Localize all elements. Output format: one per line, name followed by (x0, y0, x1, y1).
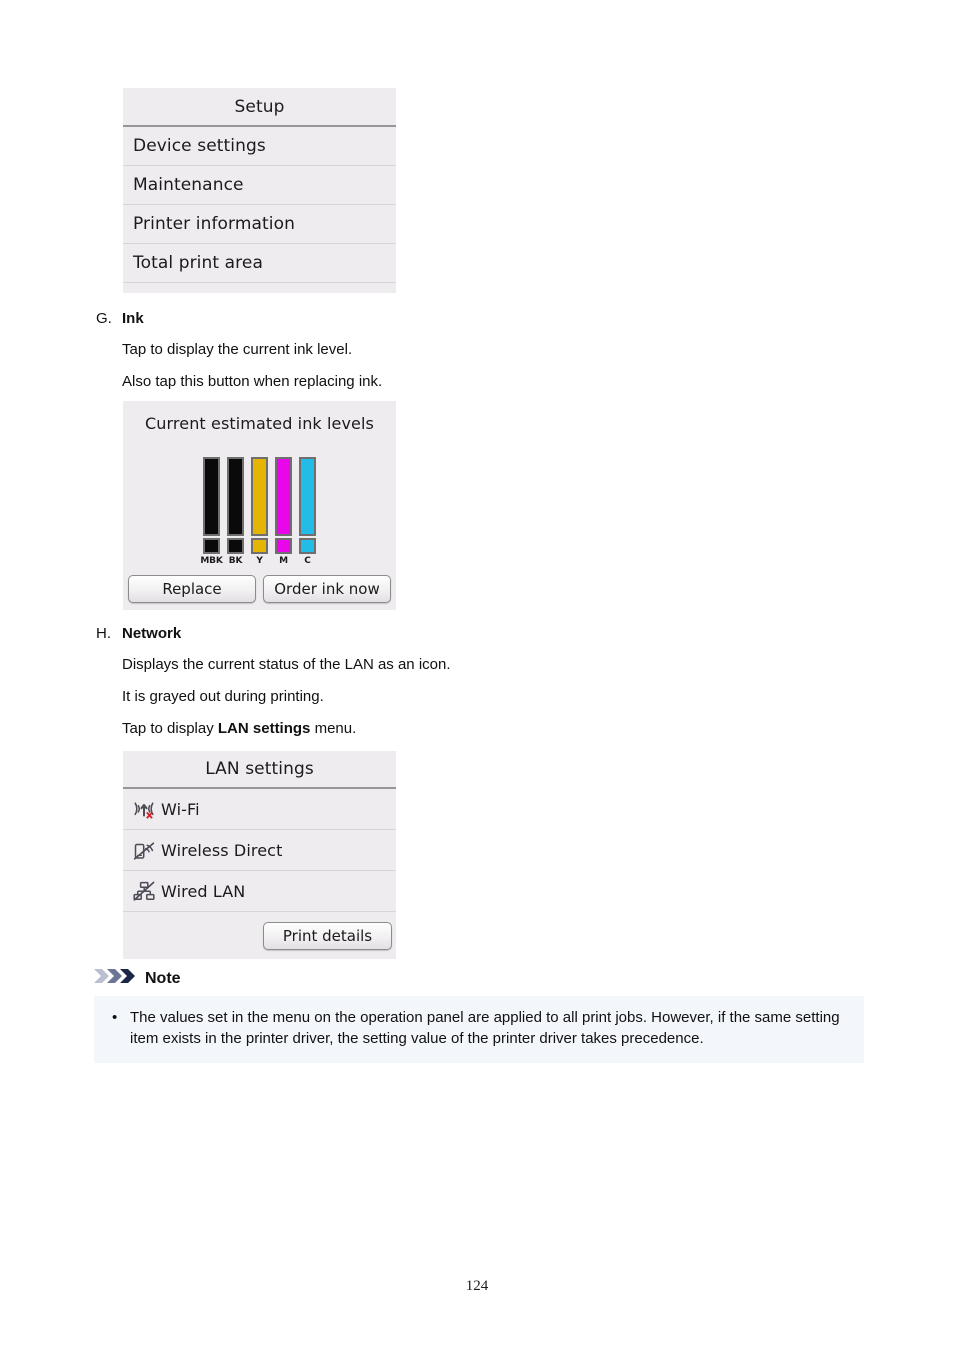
setup-screen-title: Setup (123, 88, 396, 127)
lan-item-label: Wi-Fi (161, 799, 200, 819)
ink-tank-main-bar (251, 457, 268, 536)
section-letter: H. (96, 625, 111, 642)
section-network-line-3: Tap to display LAN settings menu. (122, 720, 876, 739)
section-network-line-2: It is grayed out during printing. (122, 687, 324, 705)
setup-menu-item-maintenance[interactable]: Maintenance (123, 166, 396, 205)
section-title: Ink (122, 310, 144, 327)
setup-title-label: Setup (234, 96, 285, 117)
section-letter: G. (96, 310, 112, 327)
ink-tank-sub-bar (299, 538, 316, 554)
ink-tank-main-bar (203, 457, 220, 536)
section-ink-heading: G. Ink (96, 310, 876, 327)
ink-levels-screen-image: Current estimated ink levels MBK BK Y M … (123, 401, 396, 610)
ink-tank-mbk: MBK (200, 457, 223, 566)
lan-menu-item-wireless-direct[interactable]: Wireless Direct (123, 830, 396, 871)
section-network-line-1: Displays the current status of the LAN a… (122, 656, 451, 673)
wifi-disabled-icon (123, 798, 161, 820)
lan-item-label: Wired LAN (161, 881, 246, 901)
ink-tank-code: M (279, 556, 288, 566)
setup-item-label: Printer information (133, 214, 295, 234)
note-header: Note (94, 968, 864, 989)
setup-menu-partial-row (123, 283, 396, 292)
line3-prefix: Tap to display (122, 719, 218, 737)
ink-tank-code: MBK (200, 556, 223, 566)
lan-item-label: Wireless Direct (161, 840, 283, 860)
note-callout: Note • The values set in the menu on the… (94, 968, 864, 1063)
ink-tank-main-bar (299, 457, 316, 536)
lan-screen-title: LAN settings (123, 751, 396, 789)
setup-menu-item-printer-information[interactable]: Printer information (123, 205, 396, 244)
lan-settings-screen-image: LAN settings Wi-Fi Wireless Direct Wired… (123, 751, 396, 959)
lan-screen-footer: Print details (123, 912, 396, 960)
ink-tank-sub-bar (275, 538, 292, 554)
replace-button[interactable]: Replace (128, 575, 256, 603)
ink-tank-gauges: MBK BK Y M C (123, 456, 396, 566)
ink-tank-main-bar (275, 457, 292, 536)
section-network-heading: H. Network (96, 625, 876, 642)
ink-tank-bk: BK (227, 457, 244, 566)
note-list-item: • The values set in the menu on the oper… (108, 1007, 850, 1050)
wireless-direct-disabled-icon (123, 839, 161, 861)
setup-item-label: Maintenance (133, 175, 244, 195)
setup-item-label: Total print area (133, 253, 263, 273)
lan-menu-item-wired-lan[interactable]: Wired LAN (123, 871, 396, 912)
ink-tank-sub-bar (203, 538, 220, 554)
ink-tank-code: BK (228, 556, 243, 566)
setup-item-label: Device settings (133, 136, 266, 156)
lan-title-label: LAN settings (205, 759, 314, 779)
ink-tank-m: M (275, 457, 292, 566)
note-bullet: • (112, 1009, 118, 1026)
ink-tank-sub-bar (227, 538, 244, 554)
section-ink: G. Ink Tap to display the current ink le… (96, 310, 876, 405)
page-number: 124 (465, 1278, 489, 1294)
note-body: • The values set in the menu on the oper… (94, 996, 864, 1063)
section-ink-line-2: Also tap this button when replacing ink. (122, 372, 383, 390)
ink-screen-title: Current estimated ink levels (145, 414, 374, 433)
setup-screen-image: Setup Device settings Maintenance Printe… (123, 88, 396, 293)
section-network: H. Network Displays the current status o… (96, 625, 876, 751)
note-item-text: The values set in the menu on the operat… (130, 1009, 840, 1048)
line3-bold-term: LAN settings (217, 719, 311, 737)
setup-menu-item-device-settings[interactable]: Device settings (123, 127, 396, 166)
section-ink-line-1: Tap to display the current ink level. (122, 341, 353, 358)
note-title: Note (145, 969, 181, 987)
setup-menu-item-total-print-area[interactable]: Total print area (123, 244, 396, 283)
wired-lan-disabled-icon (123, 880, 161, 902)
ink-tank-sub-bar (251, 538, 268, 554)
ink-tank-main-bar (227, 457, 244, 536)
ink-tank-y: Y (251, 457, 268, 566)
triple-chevron-icon (94, 968, 138, 989)
order-ink-now-button[interactable]: Order ink now (263, 575, 391, 603)
section-title: Network (122, 625, 182, 642)
line3-suffix: menu. (310, 719, 357, 737)
ink-tank-code: Y (256, 556, 263, 566)
ink-tank-code: C (304, 556, 311, 566)
ink-tank-c: C (299, 457, 316, 566)
ink-screen-buttons: Replace Order ink now (123, 575, 396, 603)
lan-menu-item-wifi[interactable]: Wi-Fi (123, 789, 396, 830)
print-details-button[interactable]: Print details (263, 922, 392, 950)
